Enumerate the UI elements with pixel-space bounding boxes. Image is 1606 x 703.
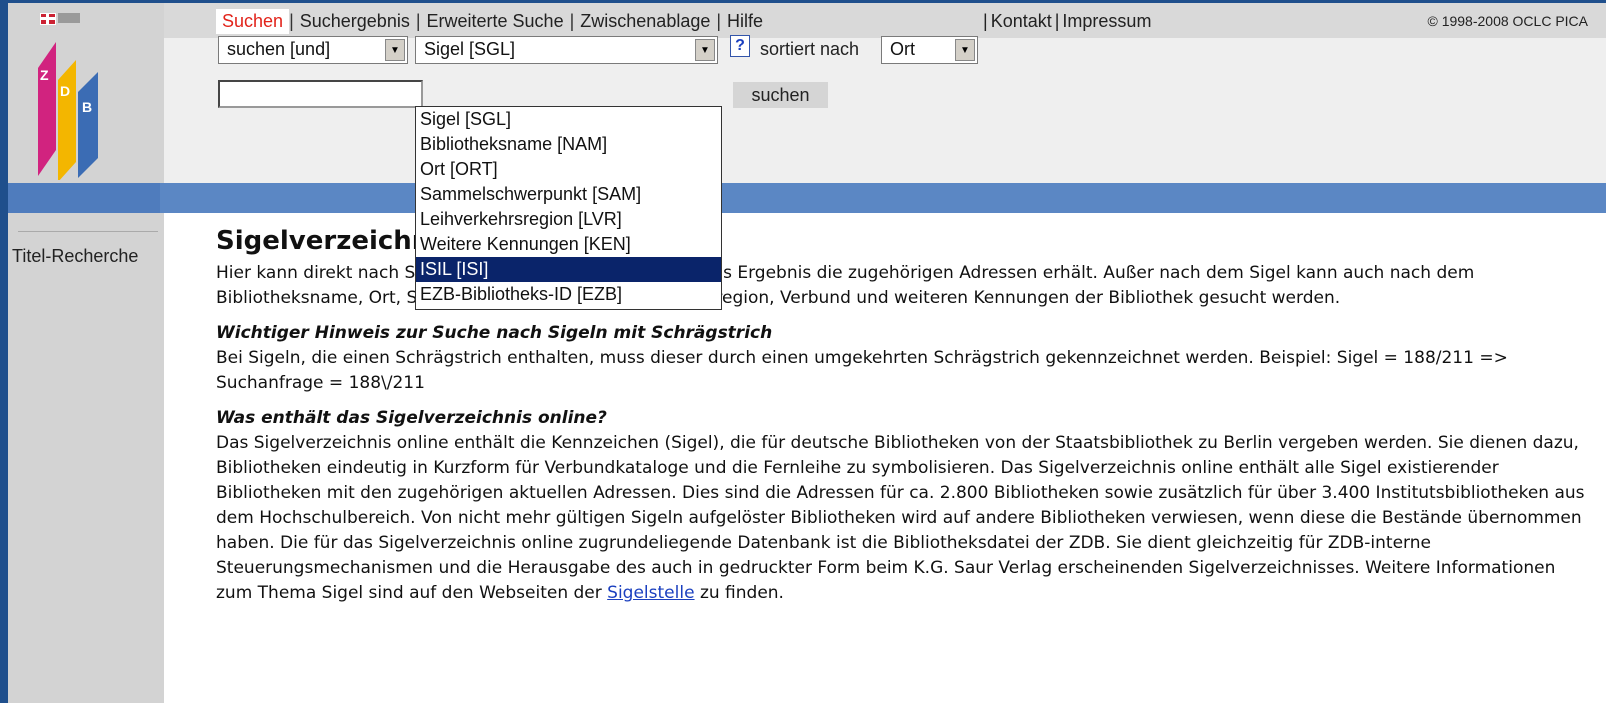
dropdown-arrow-icon[interactable]: ▼ (385, 39, 405, 61)
copyright: © 1998-2008 OCLC PICA (1427, 13, 1588, 29)
dropdown-option[interactable]: EZB-Bibliotheks-ID [EZB] (416, 282, 721, 307)
dropdown-option[interactable]: Bibliotheksname [NAM] (416, 132, 721, 157)
nav-hilfe[interactable]: Hilfe (721, 11, 769, 32)
nav-zwischenablage[interactable]: Zwischenablage (574, 11, 716, 32)
svg-text:B: B (82, 99, 92, 115)
sidebar-titel-recherche[interactable]: Titel-Recherche (12, 246, 138, 267)
uk-flag-icon[interactable] (40, 13, 56, 25)
hint-text: Bei Sigeln, die einen Schrägstrich entha… (216, 348, 1508, 393)
page: Suchen | Suchergebnis | Erweiterte Suche… (8, 3, 1606, 703)
svg-text:Z: Z (40, 67, 49, 83)
divider-bar (8, 183, 1606, 213)
language-switch (8, 3, 164, 38)
dropdown-option-highlighted[interactable]: ISIL [ISI] (416, 257, 721, 282)
contents-heading: Was enthält das Sigelverzeichnis online? (216, 408, 607, 428)
logo-area: Z D B (8, 38, 164, 183)
operator-select[interactable]: suchen [und] ▼ (218, 36, 408, 64)
search-button[interactable]: suchen (733, 82, 828, 108)
contents-end: zu finden. (699, 583, 784, 603)
nav-suchen[interactable]: Suchen (216, 8, 290, 34)
sort-select[interactable]: Ort ▼ (881, 36, 978, 64)
nav-kontakt[interactable]: Kontakt (988, 11, 1055, 32)
svg-text:D: D (60, 83, 70, 99)
search-input[interactable] (218, 80, 423, 108)
dropdown-option[interactable]: Ort [ORT] (416, 157, 721, 182)
contents-body: Das Sigelverzeichnis online enthält die … (216, 433, 1585, 603)
dropdown-option[interactable]: Leihverkehrsregion [LVR] (416, 207, 721, 232)
sidebar-divider (18, 231, 158, 232)
dropdown-arrow-icon[interactable]: ▼ (695, 39, 715, 61)
field-select[interactable]: Sigel [SGL] ▼ (415, 36, 718, 64)
sigelstelle-link[interactable]: Sigelstelle (607, 583, 694, 603)
sort-label: sortiert nach (760, 39, 860, 59)
help-button[interactable]: ? (730, 35, 750, 57)
operator-select-value: suchen [und] (227, 39, 331, 59)
nav-erweiterte-suche[interactable]: Erweiterte Suche (421, 11, 570, 32)
field-select-value: Sigel [SGL] (424, 39, 516, 59)
contents-text: Das Sigelverzeichnis online enthält die … (216, 431, 1596, 606)
nav-impressum[interactable]: Impressum (1059, 11, 1154, 32)
german-flag-icon[interactable] (58, 13, 80, 23)
nav-suchergebnis[interactable]: Suchergebnis (294, 11, 416, 32)
dropdown-arrow-icon[interactable]: ▼ (955, 39, 975, 61)
main-nav: Suchen | Suchergebnis | Erweiterte Suche… (216, 8, 769, 34)
dropdown-option[interactable]: Sigel [SGL] (416, 107, 721, 132)
secondary-nav: | Kontakt | Impressum (983, 9, 1154, 33)
dropdown-option[interactable]: Weitere Kennungen [KEN] (416, 232, 721, 257)
zdb-logo: Z D B (38, 42, 98, 180)
dropdown-option[interactable]: Sammelschwerpunkt [SAM] (416, 182, 721, 207)
hint-heading: Wichtiger Hinweis zur Suche nach Sigeln … (216, 323, 773, 343)
sort-select-value: Ort (890, 39, 915, 59)
divider-bar-left (8, 183, 160, 213)
field-dropdown-list: Sigel [SGL] Bibliotheksname [NAM] Ort [O… (415, 106, 722, 310)
